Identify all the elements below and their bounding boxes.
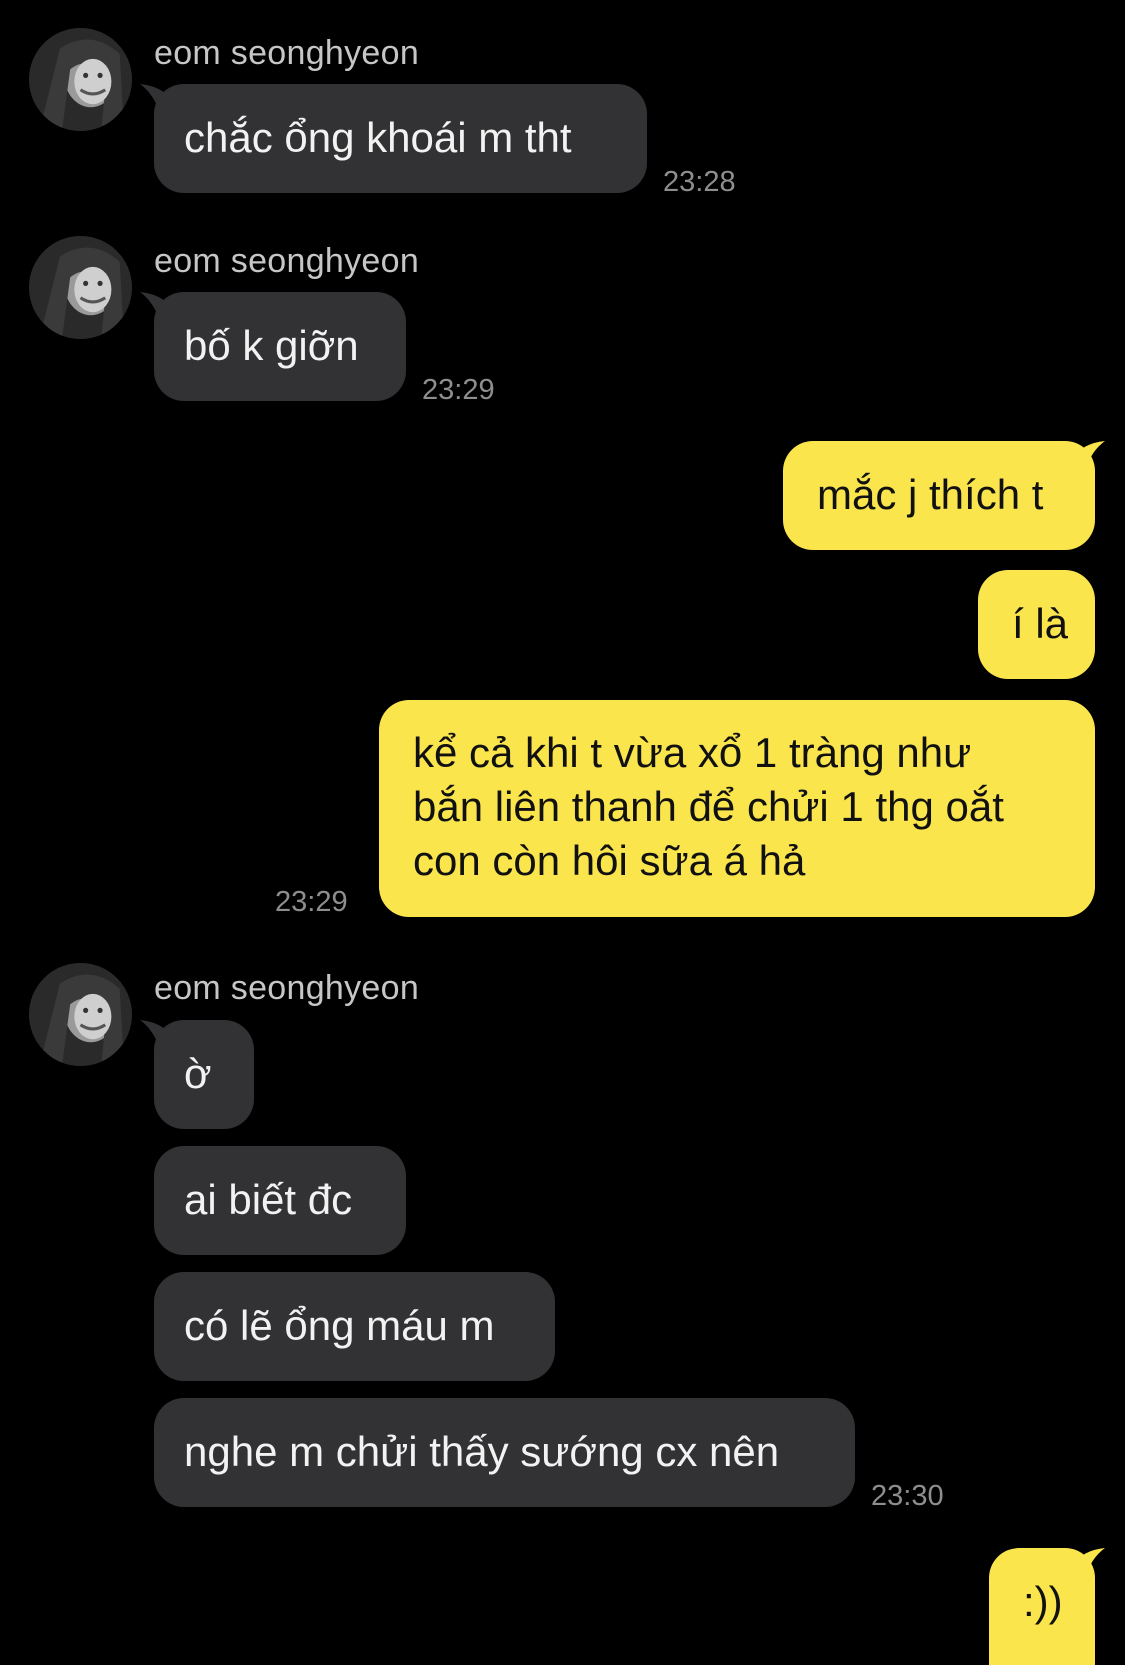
contact-avatar[interactable]	[29, 963, 132, 1066]
contact-avatar[interactable]	[29, 28, 132, 131]
message-bubble-incoming[interactable]: nghe m chửi thấy sướng cx nên	[154, 1398, 855, 1507]
message-text: có lẽ ổng máu m	[184, 1302, 495, 1349]
message-bubble-incoming[interactable]: ai biết đc	[154, 1146, 406, 1255]
message-text: nghe m chửi thấy sướng cx nên	[184, 1428, 780, 1475]
message-timestamp: 23:28	[663, 166, 736, 198]
message-text-line: bắn liên thanh để chửi 1 thg oắt	[413, 783, 1004, 830]
message-text: mắc j thích t	[817, 471, 1044, 518]
sender-name: eom seonghyeon	[154, 969, 420, 1007]
message-text: chắc ổng khoái m tht	[184, 114, 572, 161]
message-text: ai biết đc	[184, 1176, 353, 1223]
avatar-photo-icon	[29, 236, 132, 339]
message-bubble-incoming[interactable]: có lẽ ổng máu m	[154, 1272, 555, 1381]
message-bubble-outgoing[interactable]: í là	[978, 570, 1095, 679]
message-bubble-incoming[interactable]: ờ	[154, 1020, 254, 1129]
message-text-line: kể cả khi t vừa xổ 1 tràng như	[413, 729, 972, 776]
message-bubble-incoming[interactable]: bố k giỡn	[154, 292, 406, 401]
message-text: :))	[1023, 1578, 1063, 1625]
message-bubble-incoming[interactable]: chắc ổng khoái m tht	[154, 84, 647, 193]
message-bubble-outgoing[interactable]: kể cả khi t vừa xổ 1 tràng như bắn liên …	[379, 700, 1095, 917]
message-text: bố k giỡn	[184, 322, 359, 369]
sender-name: eom seonghyeon	[154, 242, 420, 280]
message-bubble-outgoing[interactable]: mắc j thích t	[783, 441, 1095, 550]
avatar-photo-icon	[29, 963, 132, 1066]
message-bubble-outgoing[interactable]: :))	[989, 1548, 1095, 1665]
contact-avatar[interactable]	[29, 236, 132, 339]
message-timestamp: 23:29	[422, 374, 495, 406]
message-timestamp: 23:30	[871, 1480, 944, 1512]
message-text-line: con còn hôi sữa á hả	[413, 837, 806, 884]
message-text: ờ	[184, 1050, 212, 1097]
avatar-photo-icon	[29, 28, 132, 131]
sender-name: eom seonghyeon	[154, 34, 420, 72]
message-timestamp: 23:29	[275, 886, 348, 918]
message-text: í là	[1012, 600, 1069, 647]
